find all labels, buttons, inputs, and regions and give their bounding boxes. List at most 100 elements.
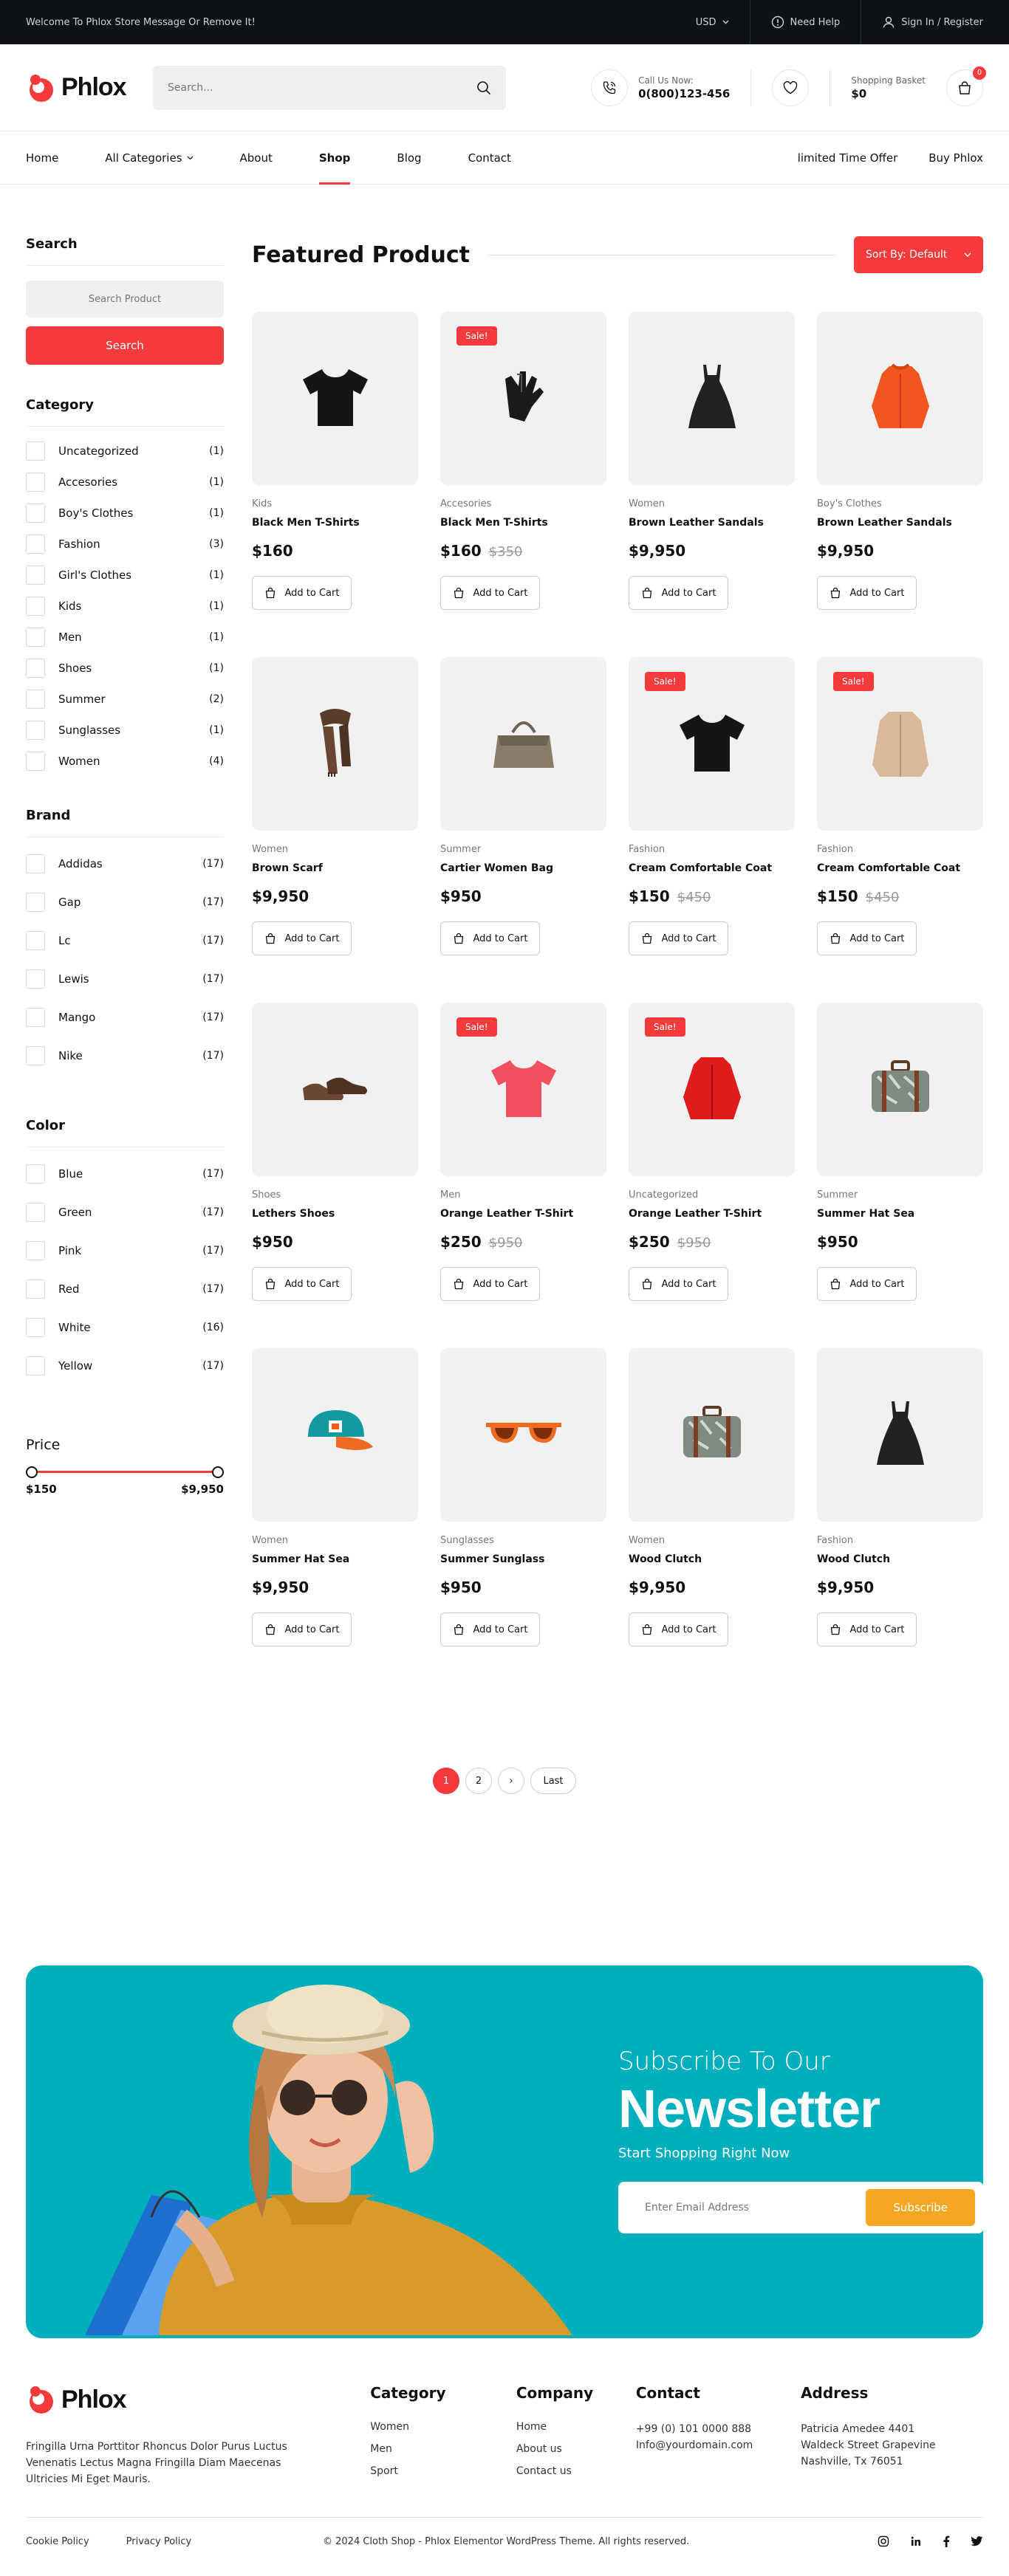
next-page-button[interactable]: › (498, 1768, 524, 1794)
product-name[interactable]: Summer Sunglass (440, 1553, 606, 1565)
brand-filter-item[interactable]: Lc (17) (26, 921, 224, 960)
currency-select[interactable]: USD (675, 0, 750, 44)
add-to-cart-button[interactable]: Add to Cart (817, 576, 917, 610)
add-to-cart-button[interactable]: Add to Cart (629, 921, 728, 955)
footer-link-about[interactable]: About us (516, 2443, 636, 2455)
checkbox[interactable] (26, 1164, 45, 1184)
product-category[interactable]: Fashion (817, 1535, 983, 1546)
checkbox[interactable] (26, 473, 45, 492)
category-filter-item[interactable]: Boy's Clothes (1) (26, 498, 224, 529)
product-category[interactable]: Uncategorized (629, 1189, 795, 1201)
color-filter-item[interactable]: Green (17) (26, 1193, 224, 1232)
checkbox[interactable] (26, 659, 45, 678)
cookie-policy-link[interactable]: Cookie Policy (26, 2536, 89, 2547)
need-help-link[interactable]: Need Help (749, 0, 861, 44)
nav-home[interactable]: Home (26, 131, 58, 185)
product-category[interactable]: Shoes (252, 1189, 418, 1201)
product-image[interactable] (817, 312, 983, 485)
brand-filter-item[interactable]: Mango (17) (26, 998, 224, 1037)
footer-phone[interactable]: +99 (0) 101 0000 888 (636, 2421, 801, 2437)
twitter-icon[interactable] (971, 2536, 983, 2546)
category-filter-item[interactable]: Summer (2) (26, 684, 224, 715)
add-to-cart-button[interactable]: Add to Cart (629, 1267, 728, 1301)
privacy-policy-link[interactable]: Privacy Policy (126, 2536, 192, 2547)
product-category[interactable]: Summer (817, 1189, 983, 1201)
product-image[interactable]: Sale! (817, 657, 983, 831)
product-name[interactable]: Cream Comfortable Coat (817, 862, 983, 874)
color-filter-item[interactable]: Red (17) (26, 1270, 224, 1308)
product-image[interactable] (252, 312, 418, 485)
product-category[interactable]: Sunglasses (440, 1535, 606, 1546)
last-page-button[interactable]: Last (530, 1768, 576, 1794)
checkbox[interactable] (26, 597, 45, 616)
add-to-cart-button[interactable]: Add to Cart (629, 1612, 728, 1646)
checkbox[interactable] (26, 931, 45, 950)
product-name[interactable]: Cream Comfortable Coat (629, 862, 795, 874)
product-category[interactable]: Summer (440, 844, 606, 855)
product-search-input[interactable] (26, 281, 224, 317)
product-image[interactable] (817, 1003, 983, 1176)
footer-link-women[interactable]: Women (370, 2421, 516, 2433)
add-to-cart-button[interactable]: Add to Cart (440, 576, 540, 610)
nav-shop[interactable]: Shop (318, 131, 350, 185)
nav-limited-offer[interactable]: limited Time Offer (767, 151, 898, 165)
linkedin-icon[interactable] (910, 2535, 922, 2547)
nav-about[interactable]: About (240, 131, 273, 185)
checkbox[interactable] (26, 504, 45, 523)
product-name[interactable]: Wood Clutch (629, 1553, 795, 1565)
category-filter-item[interactable]: Sunglasses (1) (26, 715, 224, 746)
checkbox[interactable] (26, 690, 45, 709)
product-category[interactable]: Fashion (629, 844, 795, 855)
product-category[interactable]: Accesories (440, 498, 606, 509)
product-name[interactable]: Summer Hat Sea (817, 1208, 983, 1220)
product-name[interactable]: Black Men T-Shirts (440, 517, 606, 529)
product-category[interactable]: Men (440, 1189, 606, 1201)
product-image[interactable] (629, 1348, 795, 1522)
brand-filter-item[interactable]: Addidas (17) (26, 845, 224, 883)
product-image[interactable] (252, 657, 418, 831)
checkbox[interactable] (26, 1203, 45, 1222)
category-filter-item[interactable]: Women (4) (26, 746, 224, 777)
product-name[interactable]: Orange Leather T-Shirt (629, 1208, 795, 1220)
footer-link-men[interactable]: Men (370, 2443, 516, 2455)
product-category[interactable]: Women (252, 1535, 418, 1546)
nav-all-categories[interactable]: All Categories (105, 131, 193, 185)
call-number[interactable]: 0(800)123-456 (638, 87, 730, 100)
product-image[interactable] (629, 312, 795, 485)
product-category[interactable]: Women (629, 498, 795, 509)
add-to-cart-button[interactable]: Add to Cart (252, 1612, 352, 1646)
add-to-cart-button[interactable]: Add to Cart (629, 576, 728, 610)
product-category[interactable]: Kids (252, 498, 418, 509)
shopping-basket[interactable]: Shopping Basket $0 0 (830, 66, 986, 106)
category-filter-item[interactable]: Fashion (3) (26, 529, 224, 560)
color-filter-item[interactable]: Pink (17) (26, 1232, 224, 1270)
footer-email[interactable]: Info@yourdomain.com (636, 2437, 801, 2453)
color-filter-item[interactable]: Yellow (17) (26, 1347, 224, 1385)
checkbox[interactable] (26, 1046, 45, 1065)
color-filter-item[interactable]: White (16) (26, 1308, 224, 1347)
add-to-cart-button[interactable]: Add to Cart (817, 921, 917, 955)
product-image[interactable] (252, 1348, 418, 1522)
footer-logo[interactable]: Phlox (26, 2384, 153, 2415)
logo[interactable]: Phlox (26, 72, 153, 103)
checkbox[interactable] (26, 1008, 45, 1027)
search-icon[interactable] (476, 80, 491, 95)
checkbox[interactable] (26, 535, 45, 554)
checkbox[interactable] (26, 1241, 45, 1260)
product-image[interactable]: Sale! (440, 1003, 606, 1176)
checkbox[interactable] (26, 566, 45, 585)
product-category[interactable]: Women (252, 844, 418, 855)
checkbox[interactable] (26, 969, 45, 989)
add-to-cart-button[interactable]: Add to Cart (252, 1267, 352, 1301)
category-filter-item[interactable]: Accesories (1) (26, 467, 224, 498)
add-to-cart-button[interactable]: Add to Cart (252, 921, 352, 955)
add-to-cart-button[interactable]: Add to Cart (817, 1267, 917, 1301)
search-input[interactable] (168, 81, 448, 94)
category-filter-item[interactable]: Men (1) (26, 622, 224, 653)
brand-filter-item[interactable]: Nike (17) (26, 1037, 224, 1075)
brand-filter-item[interactable]: Lewis (17) (26, 960, 224, 998)
footer-link-contact[interactable]: Contact us (516, 2465, 636, 2477)
product-image[interactable]: Sale! (440, 312, 606, 485)
page-2-button[interactable]: 2 (465, 1768, 492, 1794)
product-name[interactable]: Cartier Women Bag (440, 862, 606, 874)
